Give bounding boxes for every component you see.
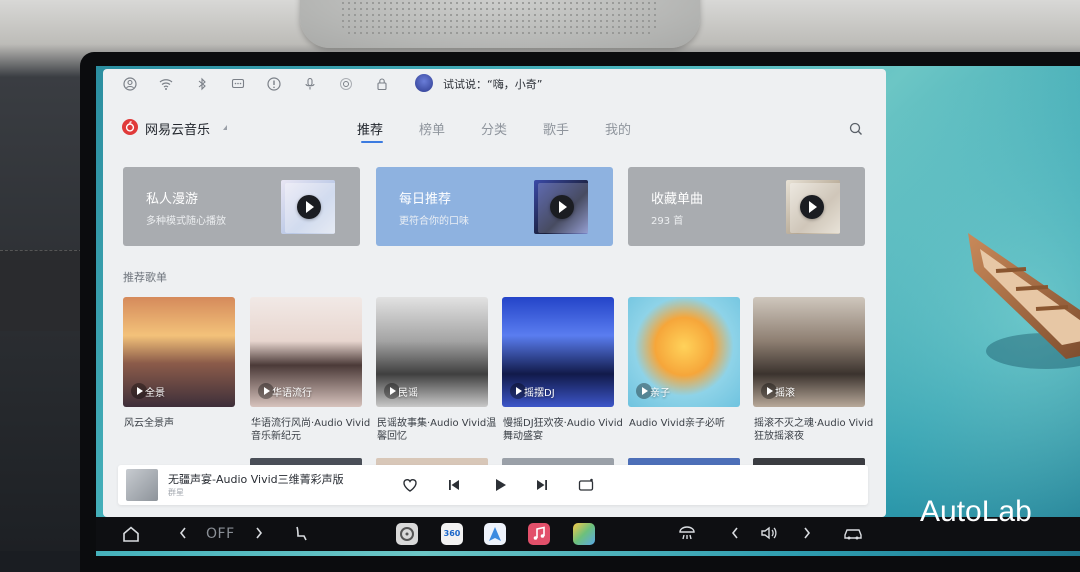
tile-label: 全景 (145, 388, 165, 399)
playlist-title[interactable]: Audio Vivid亲子必听 (629, 417, 749, 430)
tab-mine[interactable]: 我的 (605, 119, 631, 138)
heart-icon[interactable] (400, 475, 420, 495)
play-pause-icon[interactable] (490, 475, 510, 495)
netease-music-logo-icon (122, 119, 138, 135)
app-switch-caret-icon[interactable] (223, 125, 227, 130)
camera-360-app-icon[interactable]: 360 (441, 523, 463, 545)
tile-label: 亲子 (650, 388, 670, 399)
apps-grid-icon[interactable] (573, 523, 595, 545)
home-icon[interactable] (122, 525, 140, 543)
card-subtitle: 更符合你的口味 (399, 216, 469, 227)
playlist-title[interactable]: 慢摇DJ狂欢夜·Audio Vivid舞动盛宴 (503, 417, 623, 443)
steering-app-icon[interactable] (396, 523, 418, 545)
navigation-app-icon[interactable] (484, 523, 506, 545)
app-name[interactable]: 网易云音乐 (145, 119, 210, 138)
playlist-queue-icon[interactable] (576, 475, 596, 495)
card-private-roaming[interactable]: 私人漫游 多种模式随心播放 (123, 167, 360, 246)
previous-track-icon[interactable] (444, 475, 464, 495)
voice-assistant-avatar[interactable] (415, 74, 433, 92)
tab-charts[interactable]: 榜单 (419, 119, 445, 138)
card-title: 私人漫游 (146, 192, 199, 207)
hotspot-icon[interactable] (339, 77, 353, 91)
playlist-tile[interactable]: 民谣 (376, 297, 488, 407)
music-app-panel: 试试说：“嗨，小奇” 网易云音乐 推荐 榜单 分类 歌手 我的 私人漫游 多种模… (103, 69, 886, 517)
car-status-icon[interactable] (842, 525, 864, 541)
volume-icon[interactable] (760, 525, 778, 541)
now-playing-artwork[interactable] (126, 469, 158, 501)
tab-artists[interactable]: 歌手 (543, 119, 569, 138)
app-header: 网易云音乐 推荐 榜单 分类 歌手 我的 (103, 109, 886, 145)
autolab-watermark: AutoLab (920, 495, 1032, 528)
playlist-tile[interactable]: 华语流行 (250, 297, 362, 407)
card-title: 收藏单曲 (651, 192, 704, 207)
card-subtitle: 多种模式随心播放 (146, 216, 226, 227)
card-title: 每日推荐 (399, 192, 452, 207)
mini-player[interactable]: 无疆声宴-Audio Vivid三维菁彩声版 群星 (118, 465, 868, 505)
voice-prompt[interactable]: 试试说：“嗨，小奇” (443, 76, 542, 92)
microphone-icon[interactable] (303, 77, 317, 91)
climate-off-label[interactable]: OFF (206, 526, 235, 542)
play-icon[interactable] (800, 195, 824, 219)
section-title: 推荐歌单 (123, 271, 167, 284)
now-playing-artist: 群星 (168, 488, 184, 497)
seat-icon[interactable] (292, 525, 310, 543)
now-playing-title: 无疆声宴-Audio Vivid三维菁彩声版 (168, 473, 344, 486)
leather-trim (0, 250, 82, 331)
playlist-tile[interactable]: 全景 (123, 297, 235, 407)
next-track-icon[interactable] (532, 475, 552, 495)
tile-label: 民谣 (398, 388, 418, 399)
volume-increase-chevron-icon[interactable] (802, 525, 812, 541)
tab-categories[interactable]: 分类 (481, 119, 507, 138)
playlist-title[interactable]: 风云全景声 (124, 417, 244, 430)
volume-decrease-chevron-icon[interactable] (730, 525, 740, 541)
boat-wallpaper-image (968, 233, 1080, 369)
playlist-title[interactable]: 华语流行风尚·Audio Vivid音乐新纪元 (251, 417, 371, 443)
message-icon[interactable] (231, 77, 245, 91)
play-icon[interactable] (550, 195, 574, 219)
play-icon[interactable] (297, 195, 321, 219)
playlist-title[interactable]: 民谣故事集·Audio Vivid温馨回忆 (377, 417, 497, 443)
card-liked-songs[interactable]: 收藏单曲 293 首 (628, 167, 865, 246)
tile-label: 摇滚 (775, 388, 795, 399)
fan-increase-chevron-icon[interactable] (254, 525, 264, 541)
card-daily-recommend[interactable]: 每日推荐 更符合你的口味 (376, 167, 613, 246)
card-subtitle: 293 首 (651, 216, 684, 227)
active-tab-indicator (361, 141, 383, 143)
music-app-icon[interactable] (528, 523, 550, 545)
dashboard-speaker-grille (300, 0, 700, 48)
playlist-tile[interactable]: 亲子 (628, 297, 740, 407)
fan-decrease-chevron-icon[interactable] (178, 525, 188, 541)
user-icon[interactable] (123, 77, 137, 91)
search-icon[interactable] (849, 121, 863, 135)
playlist-title[interactable]: 摇滚不灭之魂·Audio Vivid狂放摇滚夜 (754, 417, 874, 443)
bluetooth-icon[interactable] (195, 77, 209, 91)
tile-label: 华语流行 (272, 388, 312, 399)
tile-label: 摇摆DJ (524, 388, 555, 399)
defrost-icon[interactable] (678, 525, 696, 541)
alert-icon[interactable] (267, 77, 281, 91)
wifi-icon[interactable] (159, 77, 173, 91)
playlist-tile[interactable]: 摇滚 (753, 297, 865, 407)
tab-recommend[interactable]: 推荐 (357, 119, 383, 138)
status-bar: 试试说：“嗨，小奇” (103, 69, 886, 99)
playlist-tile[interactable]: 摇摆DJ (502, 297, 614, 407)
lock-icon[interactable] (375, 77, 389, 91)
